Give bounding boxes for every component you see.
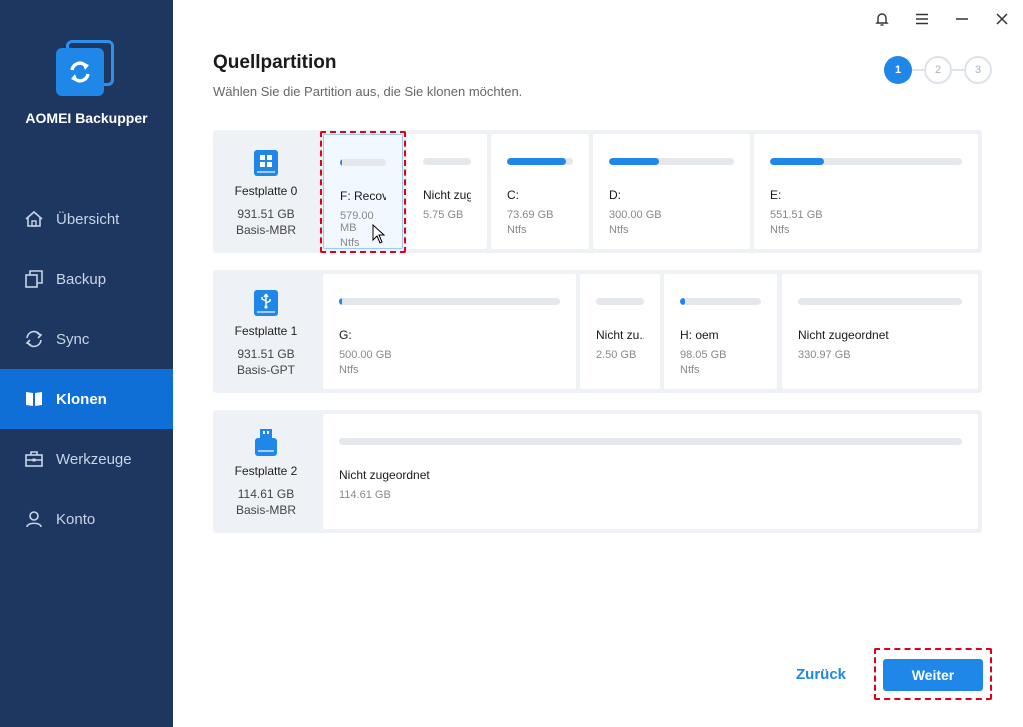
step-1: 1 — [884, 56, 912, 84]
partition-name: G: — [339, 328, 352, 342]
partition-size: 98.05 GB — [680, 349, 727, 361]
home-icon — [24, 209, 44, 229]
partition-filesystem: Ntfs — [680, 364, 700, 376]
partition-size: 551.51 GB — [770, 209, 823, 221]
step-indicator: 1 2 3 — [884, 56, 992, 84]
partition-card[interactable]: C: 73.69 GB Ntfs — [491, 134, 589, 249]
sidebar-item-backup[interactable]: Backup — [0, 249, 173, 309]
usb-drive-icon — [253, 428, 279, 458]
sidebar-item-label: Sync — [56, 330, 90, 348]
user-icon — [24, 509, 44, 529]
sidebar-item-label: Werkzeuge — [56, 450, 132, 468]
sidebar-item-overview[interactable]: Übersicht — [0, 189, 173, 249]
disk-size: 931.51 GB — [237, 347, 295, 361]
partition-size: 330.97 GB — [798, 349, 851, 361]
sidebar-item-label: Klonen — [56, 390, 107, 408]
disk-row-1: Festplatte 1 931.51 GB Basis-GPT G: 500.… — [213, 270, 982, 393]
partition-card[interactable]: F: Recovery 579.00 MB Ntfs — [323, 134, 403, 249]
disk-name: Festplatte 0 — [234, 184, 298, 198]
close-icon — [996, 13, 1008, 25]
disk-name: Festplatte 2 — [234, 464, 298, 478]
partition-card[interactable]: Nicht zugeordnet 330.97 GB — [782, 274, 978, 389]
next-button[interactable]: Weiter — [883, 659, 983, 691]
disk-row-0: Festplatte 0 931.51 GB Basis-MBR F: Reco… — [213, 130, 982, 253]
partition-card[interactable]: Nicht zug... 5.75 GB — [407, 134, 487, 249]
close-button[interactable] — [990, 8, 1014, 30]
disk-type: Basis-MBR — [235, 503, 296, 517]
disk-type: Basis-GPT — [236, 363, 295, 377]
minimize-button[interactable] — [950, 8, 974, 30]
sidebar-item-label: Konto — [56, 510, 96, 528]
partition-name: E: — [770, 188, 782, 202]
partition-name: Nicht zu... — [596, 328, 644, 342]
clone-icon — [24, 389, 44, 409]
partition-name: F: Recovery — [340, 189, 386, 203]
sidebar-item-clone[interactable]: Klonen — [0, 369, 173, 429]
partition-size: 500.00 GB — [339, 349, 392, 361]
partition-name: D: — [609, 188, 621, 202]
page-title: Quellpartition — [213, 52, 337, 73]
partition-filesystem: Ntfs — [770, 224, 790, 236]
partition-name: C: — [507, 188, 519, 202]
toolbox-icon — [24, 449, 44, 469]
partition-name: Nicht zug... — [423, 188, 471, 202]
backup-icon — [24, 269, 44, 289]
partition-card[interactable]: D: 300.00 GB Ntfs — [593, 134, 750, 249]
sidebar-item-label: Übersicht — [56, 210, 120, 228]
partition-size: 114.61 GB — [339, 489, 391, 501]
partition-size: 300.00 GB — [609, 209, 662, 221]
notifications-button[interactable] — [870, 8, 894, 30]
page-subtitle: Wählen Sie die Partition aus, die Sie kl… — [213, 84, 523, 99]
partition-card[interactable]: G: 500.00 GB Ntfs — [323, 274, 576, 389]
partition-size: 2.50 GB — [596, 349, 637, 361]
step-3: 3 — [964, 56, 992, 84]
partition-name: Nicht zugeordnet — [798, 328, 889, 342]
step-2: 2 — [924, 56, 952, 84]
sidebar: AOMEI Backupper Übersicht Backup Sync Kl… — [0, 0, 173, 727]
disk-size: 114.61 GB — [237, 487, 295, 501]
app-logo — [56, 40, 114, 96]
partition-card[interactable]: H: oem 98.05 GB Ntfs — [664, 274, 777, 389]
usb-disk-icon — [253, 288, 279, 318]
menu-button[interactable] — [910, 8, 934, 30]
app-name: AOMEI Backupper — [25, 110, 148, 126]
sync-icon — [24, 329, 44, 349]
sidebar-item-tools[interactable]: Werkzeuge — [0, 429, 173, 489]
windows-disk-icon — [253, 148, 279, 178]
partition-card[interactable]: E: 551.51 GB Ntfs — [754, 134, 978, 249]
disk-info: Festplatte 1 931.51 GB Basis-GPT — [213, 270, 319, 393]
partition-size: 5.75 GB — [423, 209, 464, 221]
partition-size: 73.69 GB — [507, 209, 554, 221]
sidebar-nav: Übersicht Backup Sync Klonen Werkzeuge K… — [0, 189, 173, 549]
sidebar-item-sync[interactable]: Sync — [0, 309, 173, 369]
menu-icon — [916, 13, 928, 25]
partition-filesystem: Ntfs — [609, 224, 629, 236]
disk-info: Festplatte 2 114.61 GB Basis-MBR — [213, 410, 319, 533]
bell-icon — [875, 13, 889, 26]
sidebar-item-account[interactable]: Konto — [0, 489, 173, 549]
partition-card[interactable]: Nicht zugeordnet 114.61 GB — [323, 414, 978, 529]
disk-size: 931.51 GB — [237, 207, 295, 221]
partition-filesystem: Ntfs — [507, 224, 527, 236]
partition-name: H: oem — [680, 328, 719, 342]
disk-info: Festplatte 0 931.51 GB Basis-MBR — [213, 130, 319, 253]
partition-card[interactable]: Nicht zu... 2.50 GB — [580, 274, 660, 389]
disk-row-2: Festplatte 2 114.61 GB Basis-MBR Nicht z… — [213, 410, 982, 533]
disk-name: Festplatte 1 — [234, 324, 298, 338]
minimize-icon — [956, 18, 968, 20]
partition-filesystem: Ntfs — [339, 364, 359, 376]
back-button[interactable]: Zurück — [796, 666, 846, 683]
sidebar-item-label: Backup — [56, 270, 107, 288]
mouse-cursor-icon — [372, 223, 386, 249]
disk-type: Basis-MBR — [235, 223, 296, 237]
sync-arrows-icon — [70, 61, 90, 83]
partition-name: Nicht zugeordnet — [339, 468, 430, 482]
